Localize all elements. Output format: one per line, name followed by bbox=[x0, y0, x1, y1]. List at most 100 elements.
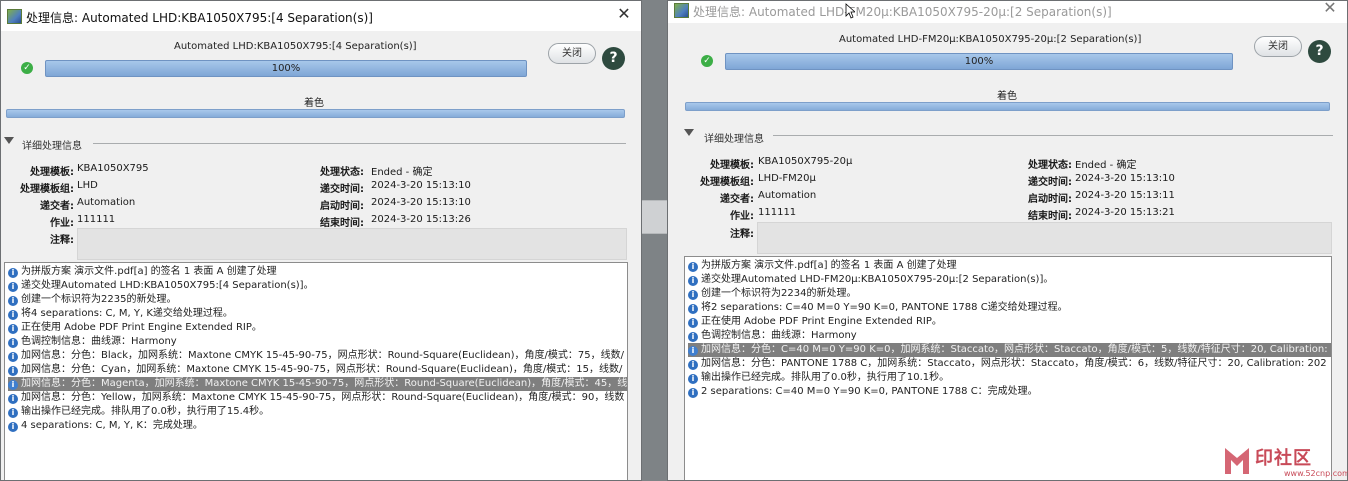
notes-field[interactable] bbox=[77, 228, 627, 260]
watermark: 印社区 www.52cnp.com bbox=[1222, 444, 1348, 481]
log-item[interactable]: i 色调控制信息：曲线源：Harmony bbox=[688, 329, 857, 343]
submit-time-value: 2024-3-20 15:13:10 bbox=[371, 180, 471, 191]
info-icon: i bbox=[8, 408, 18, 418]
window-title: 处理信息: Automated LHD:KBA1050X795:[4 Separ… bbox=[26, 11, 373, 25]
template-label: 处理模板: bbox=[710, 160, 754, 171]
window-title: 处理信息: Automated LHD-FM20μ:KBA1050X795-20… bbox=[693, 5, 1112, 19]
log-item[interactable]: i 加网信息：分色：Black，加网系统：Maxtone CMYK 15-45-9… bbox=[8, 349, 624, 363]
collapse-triangle-icon[interactable] bbox=[684, 129, 694, 136]
log-item[interactable]: i2 separations: C=40 M=0 Y=90 K=0, PANTO… bbox=[688, 385, 1038, 399]
success-check-icon: ✓ bbox=[701, 55, 713, 67]
log-item[interactable]: i4 separations: C, M, Y, K：完成处理。 bbox=[8, 419, 203, 433]
section-divider bbox=[93, 143, 626, 144]
start-time-label: 启动时间: bbox=[1028, 194, 1072, 205]
watermark-logo-icon bbox=[1225, 448, 1249, 474]
info-icon: i bbox=[8, 268, 18, 278]
color-progress-bar bbox=[685, 102, 1330, 111]
log-item-selected[interactable]: i 加网信息：分色：Magenta，加网系统：Maxtone CMYK 15-45… bbox=[8, 377, 627, 391]
progress-text: 100% bbox=[271, 63, 301, 74]
info-icon: i bbox=[688, 360, 698, 370]
template-group-label: 处理模板组: bbox=[700, 177, 754, 188]
title-bar[interactable]: 处理信息: Automated LHD-FM20μ:KBA1050X795-20… bbox=[668, 1, 1347, 23]
success-check-icon: ✓ bbox=[21, 62, 33, 74]
log-item[interactable]: i 创建一个标识符为2234的新处理。 bbox=[688, 287, 856, 301]
template-value: KBA1050X795 bbox=[77, 163, 149, 174]
title-bar[interactable]: 处理信息: Automated LHD:KBA1050X795:[4 Separ… bbox=[1, 1, 641, 31]
log-item[interactable]: i 加网信息：分色：Cyan，加网系统：Maxtone CMYK 15-45-90… bbox=[8, 363, 622, 377]
info-icon: i bbox=[8, 324, 18, 334]
app-icon bbox=[674, 3, 689, 18]
mouse-cursor-icon bbox=[845, 3, 855, 19]
processing-info-window-right: 处理信息: Automated LHD-FM20μ:KBA1050X795-20… bbox=[667, 0, 1348, 481]
log-item[interactable]: i 递交处理Automated LHD-FM20μ:KBA1050X795-20μ… bbox=[688, 273, 1053, 287]
submit-time-label: 递交时间: bbox=[1028, 177, 1072, 188]
end-time-value: 2024-3-20 15:13:21 bbox=[1075, 207, 1175, 218]
info-icon: i bbox=[8, 422, 18, 432]
app-icon bbox=[7, 9, 22, 24]
help-button[interactable]: ? bbox=[602, 47, 625, 70]
job-field-value: 111111 bbox=[77, 214, 116, 225]
background-window-strip bbox=[641, 200, 667, 234]
desktop-gap bbox=[641, 0, 667, 481]
status-value: Ended - 确定 bbox=[1075, 160, 1137, 171]
log-item[interactable]: i 正在使用 Adobe PDF Print Engine Extended RI… bbox=[8, 321, 262, 335]
notes-label: 注释: bbox=[50, 235, 74, 246]
processing-info-window-left: 处理信息: Automated LHD:KBA1050X795:[4 Separ… bbox=[0, 0, 642, 481]
info-icon: i bbox=[688, 304, 698, 314]
end-time-label: 结束时间: bbox=[320, 218, 364, 229]
section-title: 详细处理信息 bbox=[704, 134, 764, 145]
close-window-icon[interactable]: ✕ bbox=[1321, 1, 1339, 17]
log-item[interactable]: i 为拼版方案 演示文件.pdf[a] 的签名 1 表面 A 创建了处理 bbox=[8, 265, 277, 279]
template-label: 处理模板: bbox=[30, 167, 74, 178]
log-item[interactable]: i 创建一个标识符为2235的新处理。 bbox=[8, 293, 176, 307]
info-icon: i bbox=[688, 374, 698, 384]
log-item[interactable]: i 输出操作已经完成。排队用了0.0秒，执行用了10.1秒。 bbox=[688, 371, 949, 385]
watermark-url: www.52cnp.com bbox=[1284, 469, 1348, 478]
submitter-label: 递交者: bbox=[40, 201, 74, 212]
job-label: Automated LHD:KBA1050X795:[4 Separation(… bbox=[174, 41, 417, 52]
close-window-icon[interactable]: ✕ bbox=[615, 5, 633, 23]
section-title: 详细处理信息 bbox=[22, 141, 82, 152]
log-item[interactable]: i 将4 separations: C, M, Y, K递交给处理过程。 bbox=[8, 307, 233, 321]
info-icon: i bbox=[688, 262, 698, 272]
close-button[interactable]: 关闭 bbox=[548, 43, 596, 64]
progress-text: 100% bbox=[964, 56, 994, 67]
info-icon: i bbox=[688, 276, 698, 286]
log-item[interactable]: i 加网信息：分色：Yellow，加网系统：Maxtone CMYK 15-45-… bbox=[8, 391, 624, 405]
notes-field[interactable] bbox=[757, 222, 1332, 254]
progress-bar: 100% bbox=[45, 60, 527, 77]
status-value: Ended - 确定 bbox=[371, 167, 433, 178]
log-list[interactable]: i 为拼版方案 演示文件.pdf[a] 的签名 1 表面 A 创建了处理 i 递交处… bbox=[4, 262, 628, 480]
end-time-label: 结束时间: bbox=[1028, 211, 1072, 222]
submitter-value: Automation bbox=[758, 190, 817, 201]
info-icon: i bbox=[688, 388, 698, 398]
template-group-value: LHD bbox=[77, 180, 98, 191]
job-field-label: 作业: bbox=[50, 218, 74, 229]
close-button[interactable]: 关闭 bbox=[1254, 36, 1302, 57]
template-group-label: 处理模板组: bbox=[20, 184, 74, 195]
log-item[interactable]: i 色调控制信息：曲线源：Harmony bbox=[8, 335, 177, 349]
log-item[interactable]: i 输出操作已经完成。排队用了0.0秒，执行用了15.4秒。 bbox=[8, 405, 269, 419]
help-button[interactable]: ? bbox=[1308, 40, 1331, 63]
end-time-value: 2024-3-20 15:13:26 bbox=[371, 214, 471, 225]
status-label: 处理状态: bbox=[320, 167, 364, 178]
log-item-selected[interactable]: i 加网信息：分色：C=40 M=0 Y=90 K=0，加网系统：Staccato… bbox=[688, 343, 1331, 357]
start-time-value: 2024-3-20 15:13:10 bbox=[371, 197, 471, 208]
submitter-value: Automation bbox=[77, 197, 136, 208]
log-item[interactable]: i 加网信息：分色：PANTONE 1788 C，加网系统：Staccato，网点… bbox=[688, 357, 1327, 371]
info-icon: i bbox=[8, 394, 18, 404]
log-item[interactable]: i 将2 separations: C=40 M=0 Y=90 K=0, PANT… bbox=[688, 301, 1068, 315]
info-icon: i bbox=[8, 366, 18, 376]
status-label: 处理状态: bbox=[1028, 160, 1072, 171]
log-item[interactable]: i 正在使用 Adobe PDF Print Engine Extended RI… bbox=[688, 315, 942, 329]
template-group-value: LHD-FM20μ bbox=[758, 173, 816, 184]
info-icon: i bbox=[688, 332, 698, 342]
info-icon: i bbox=[688, 318, 698, 328]
collapse-triangle-icon[interactable] bbox=[4, 137, 14, 144]
color-progress-bar bbox=[6, 109, 625, 118]
log-item[interactable]: i 为拼版方案 演示文件.pdf[a] 的签名 1 表面 A 创建了处理 bbox=[688, 259, 957, 273]
section-divider bbox=[773, 135, 1333, 136]
log-item[interactable]: i 递交处理Automated LHD:KBA1050X795:[4 Separa… bbox=[8, 279, 314, 293]
color-label: 着色 bbox=[997, 91, 1017, 102]
start-time-value: 2024-3-20 15:13:11 bbox=[1075, 190, 1175, 201]
